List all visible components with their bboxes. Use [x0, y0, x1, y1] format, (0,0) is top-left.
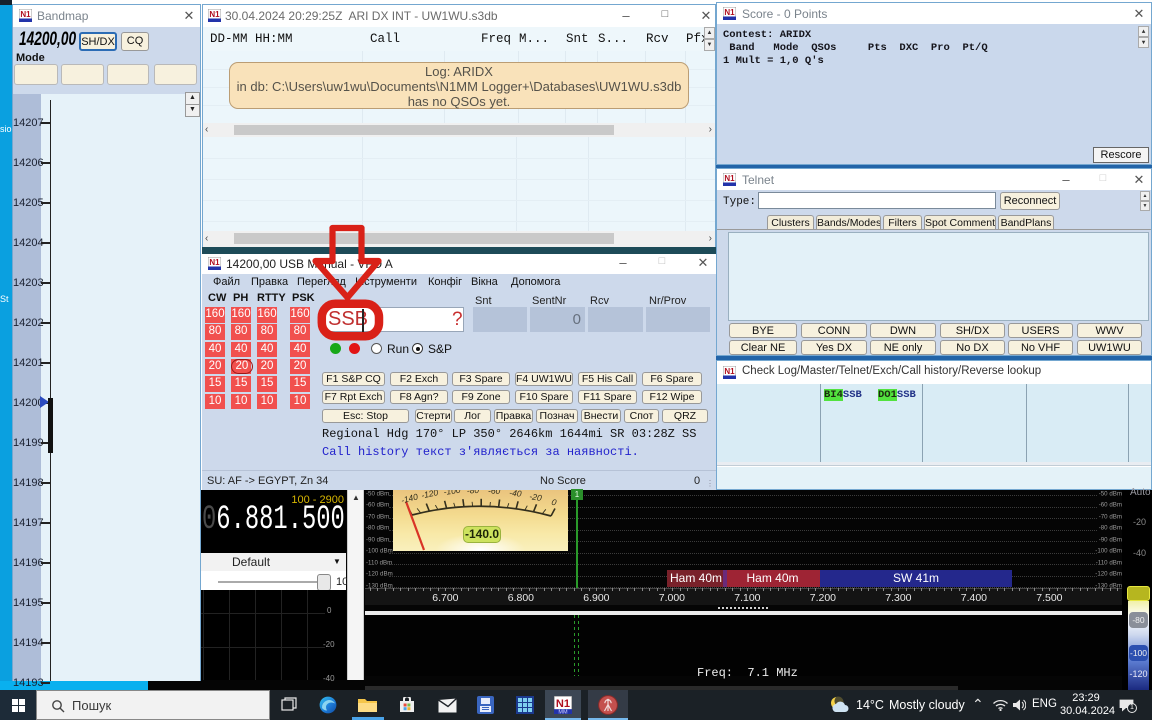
svg-text:-120: -120: [420, 490, 439, 500]
svg-text:-20: -20: [529, 491, 543, 503]
svg-text:-40: -40: [509, 490, 523, 499]
svg-text:N1: N1: [209, 10, 220, 19]
svg-text:-140: -140: [400, 491, 419, 505]
svg-text:-80: -80: [466, 490, 479, 496]
svg-text:MM: MM: [558, 710, 568, 714]
svg-text:N1: N1: [724, 367, 735, 376]
svg-text:N1: N1: [556, 698, 570, 710]
svg-text:N1: N1: [724, 8, 735, 17]
svg-text:N1: N1: [20, 10, 31, 19]
svg-text:0: 0: [551, 497, 558, 508]
svg-text:N1: N1: [209, 258, 220, 267]
svg-text:-100: -100: [443, 490, 462, 497]
svg-text:N1: N1: [724, 174, 735, 183]
svg-text:-60: -60: [488, 490, 501, 496]
